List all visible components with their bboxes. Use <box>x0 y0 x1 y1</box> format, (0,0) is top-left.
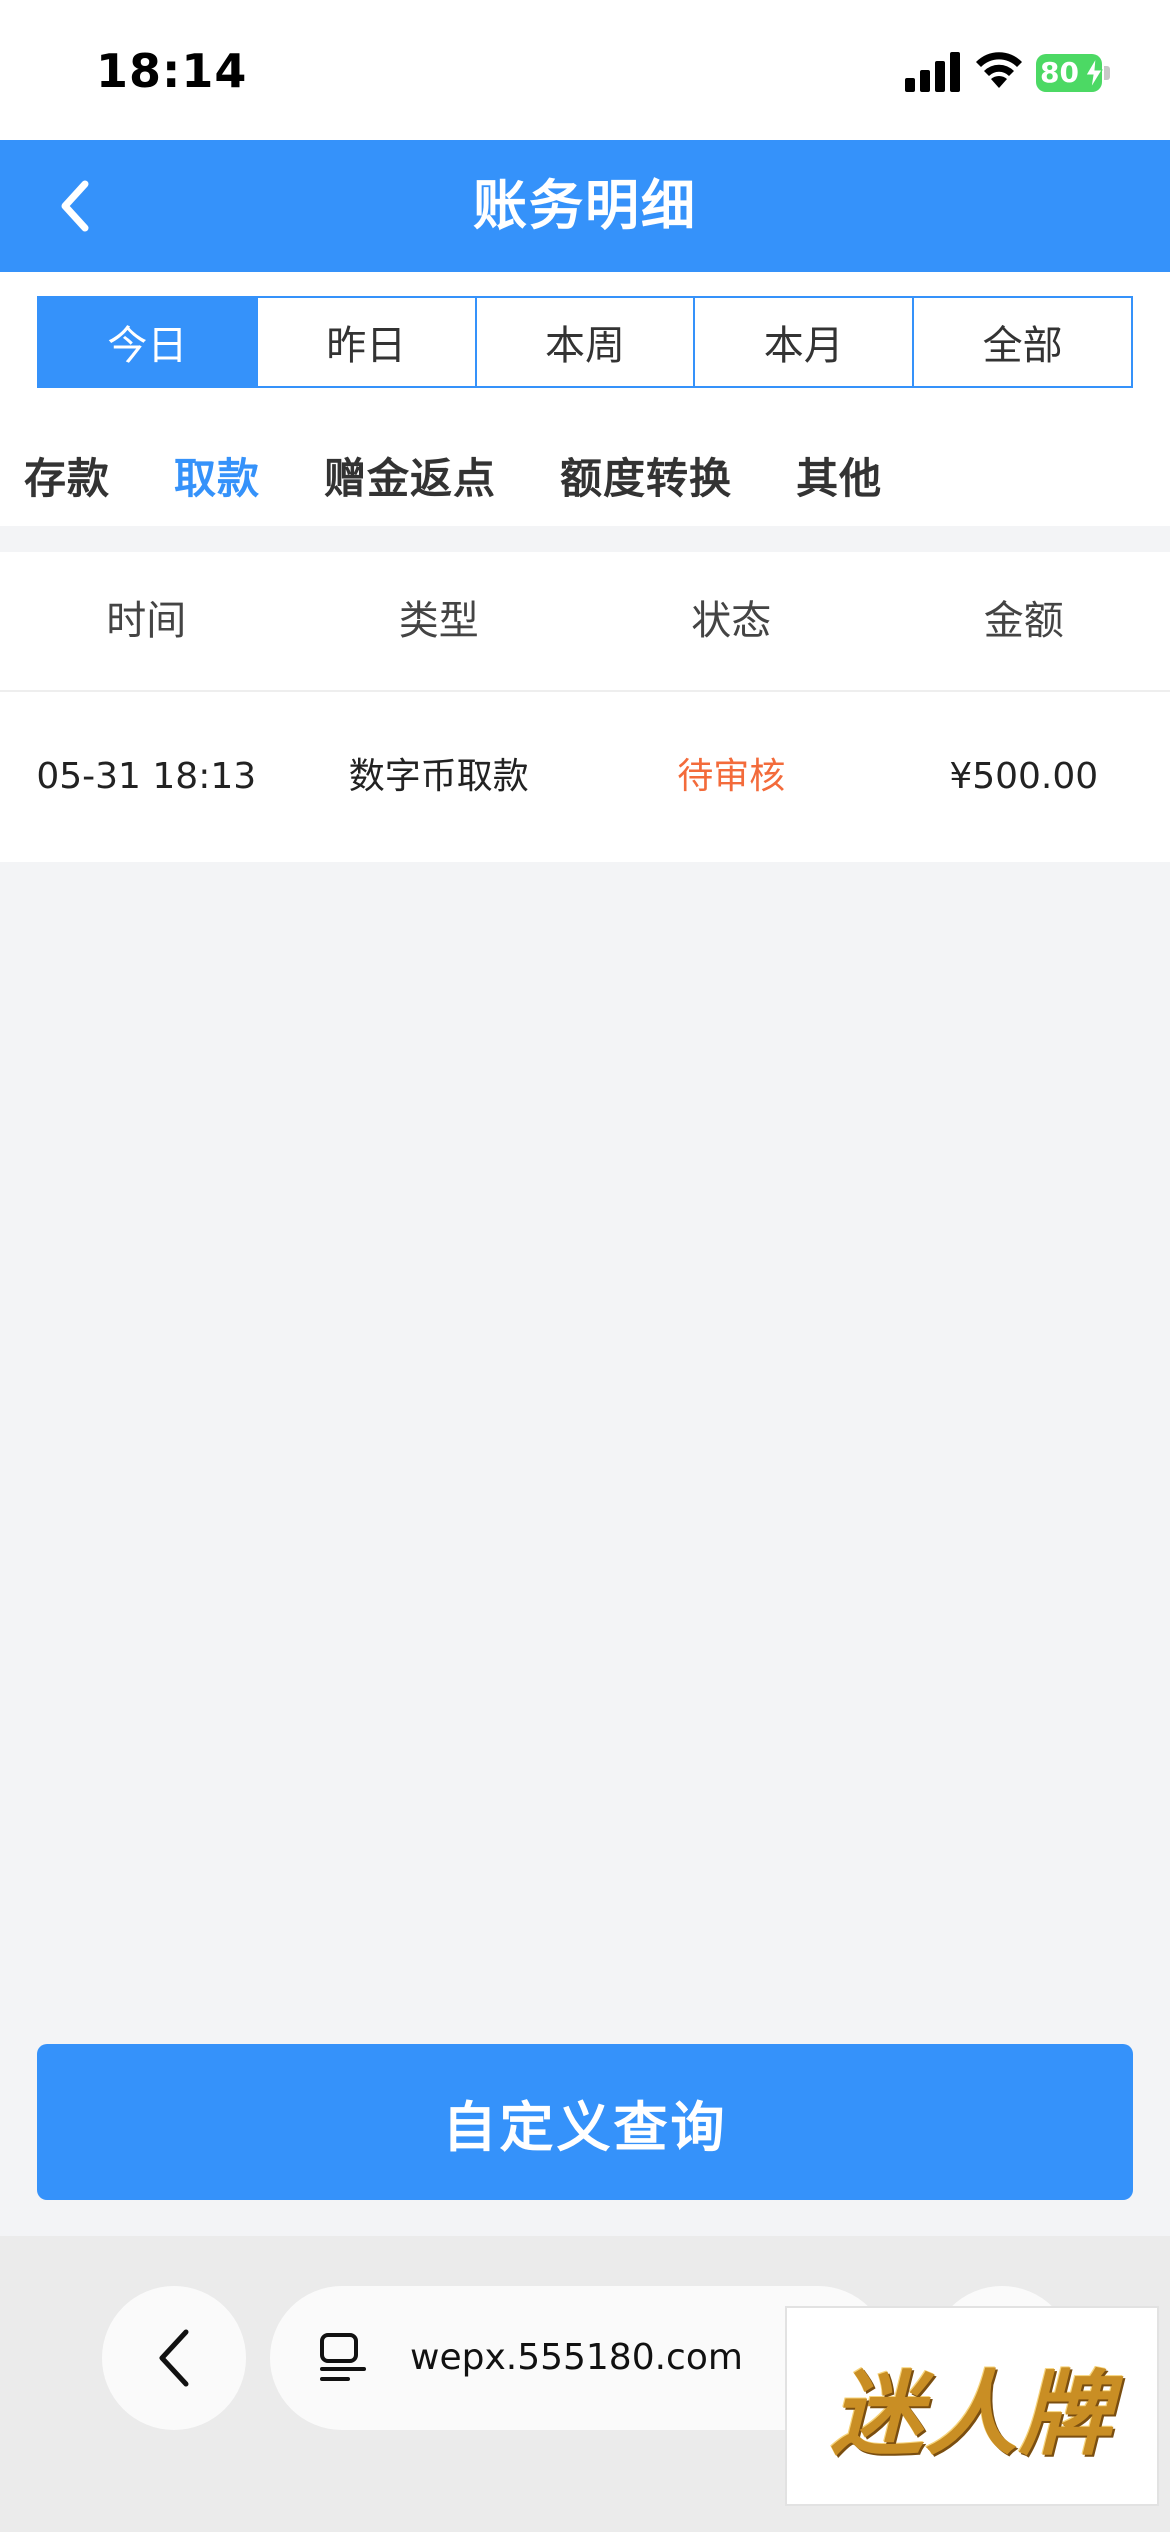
wifi-icon <box>976 52 1022 88</box>
transactions-table: 时间 类型 状态 金额 05-31 18:13 数字币取款 待审核 ¥500.0… <box>0 552 1170 862</box>
tab-credit-transfer[interactable]: 额度转换 <box>560 445 732 506</box>
watermark-text: 迷人牌 <box>830 2360 1113 2468</box>
tabs-icon <box>320 2333 366 2381</box>
period-this-week[interactable]: 本周 <box>474 298 694 386</box>
chevron-left-icon <box>159 2329 189 2387</box>
row-time: 05-31 18:13 <box>36 756 257 797</box>
row-type: 数字币取款 <box>348 756 529 797</box>
url-text: wepx.555180.com <box>410 2337 743 2378</box>
tab-deposit[interactable]: 存款 <box>24 445 110 506</box>
browser-back-button[interactable] <box>102 2286 246 2430</box>
period-filter: 今日 昨日 本周 本月 全部 <box>37 296 1133 388</box>
period-today[interactable]: 今日 <box>39 298 256 386</box>
period-all[interactable]: 全部 <box>912 298 1131 386</box>
table-row[interactable]: 05-31 18:13 数字币取款 待审核 ¥500.00 <box>0 692 1170 862</box>
back-button[interactable] <box>40 170 110 242</box>
row-amount: ¥500.00 <box>949 756 1099 797</box>
tab-other[interactable]: 其他 <box>796 445 882 506</box>
watermark-logo: 迷人牌 <box>785 2306 1159 2506</box>
column-time: 时间 <box>106 598 187 644</box>
column-amount: 金额 <box>983 598 1064 644</box>
cellular-signal-icon <box>905 52 960 92</box>
status-time: 18:14 <box>96 44 248 98</box>
custom-query-button[interactable]: 自定义查询 <box>37 2044 1133 2200</box>
type-tabs: 存款 取款 赠金返点 额度转换 其他 <box>24 440 946 510</box>
period-this-month[interactable]: 本月 <box>693 298 912 386</box>
tab-withdraw[interactable]: 取款 <box>174 445 260 506</box>
period-yesterday[interactable]: 昨日 <box>255 298 475 386</box>
page-title: 账务明细 <box>473 174 697 237</box>
battery-icon: 80 <box>1036 54 1114 94</box>
status-bar: 18:14 80 <box>0 0 1170 140</box>
table-header: 时间 类型 状态 金额 <box>0 552 1170 692</box>
charging-bolt-icon <box>1085 58 1103 88</box>
column-type: 类型 <box>398 598 479 644</box>
app-header: 账务明细 <box>0 140 1170 272</box>
column-status: 状态 <box>691 598 772 644</box>
row-status: 待审核 <box>677 756 786 797</box>
chevron-left-icon <box>61 180 89 232</box>
tab-bonus-rebate[interactable]: 赠金返点 <box>324 445 496 506</box>
